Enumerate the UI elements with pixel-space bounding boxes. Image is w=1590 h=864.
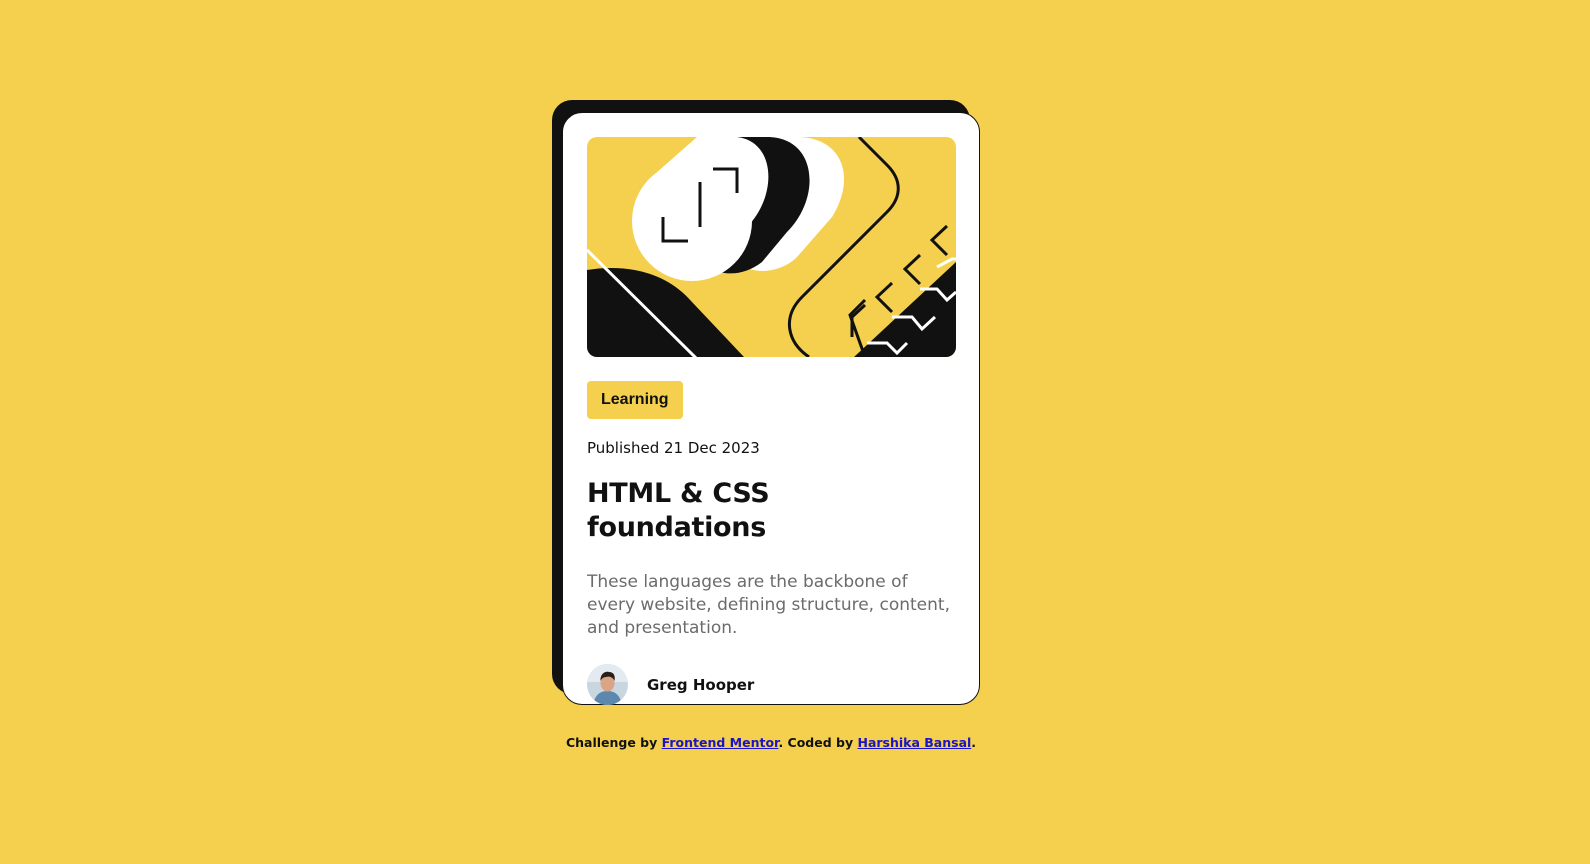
author-link[interactable]: Harshika Bansal [857, 735, 971, 750]
avatar [587, 664, 628, 705]
hero-illustration [587, 137, 956, 357]
page: Learning Published 21 Dec 2023 HTML & CS… [0, 0, 1590, 864]
footer-prefix: Challenge by [565, 735, 662, 750]
attribution-footer: Challenge by Frontend Mentor. Coded by H… [0, 734, 1542, 752]
author-name: Greg Hooper [647, 675, 755, 694]
footer-middle: . Coded by [778, 735, 858, 750]
published-date: Published 21 Dec 2023 [587, 439, 760, 457]
card-description: These languages are the backbone of ever… [587, 572, 950, 638]
footer-suffix: . [971, 735, 977, 750]
frontend-mentor-link[interactable]: Frontend Mentor [662, 735, 779, 750]
blog-preview-card: Learning Published 21 Dec 2023 HTML & CS… [562, 112, 980, 705]
card-title[interactable]: HTML & CSS foundations [587, 477, 955, 545]
author-row: Greg Hooper [587, 664, 955, 705]
author-portrait-icon [587, 664, 628, 705]
abstract-illustration-icon [587, 137, 956, 357]
category-tag: Learning [587, 381, 683, 419]
